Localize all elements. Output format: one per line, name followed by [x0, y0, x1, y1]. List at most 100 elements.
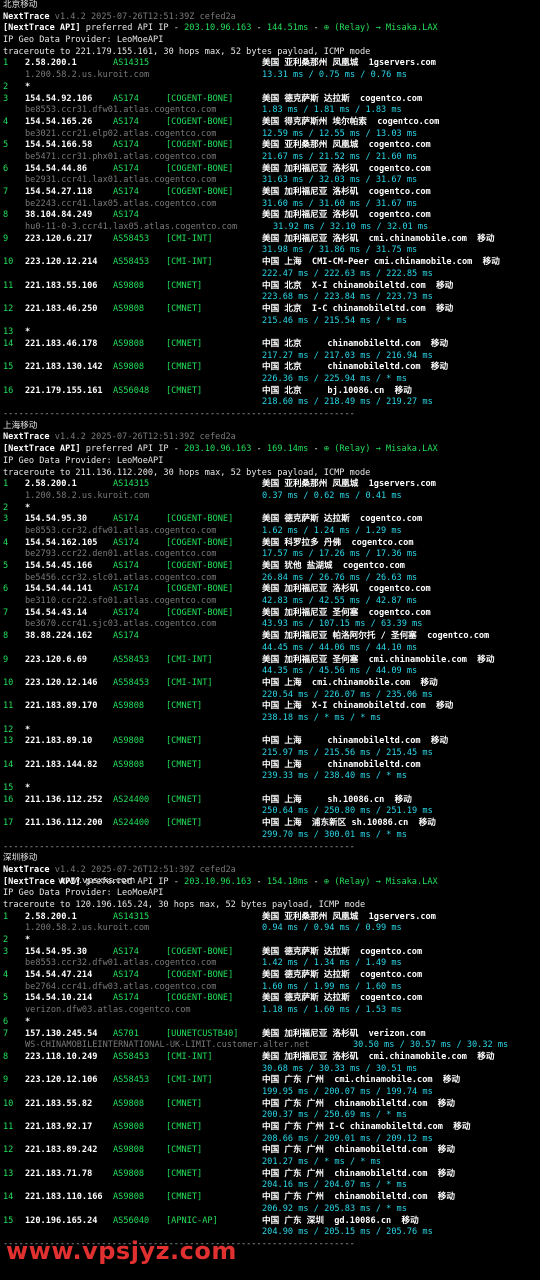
hop-number: 2: [3, 502, 9, 513]
hop-number: 3: [3, 946, 9, 957]
hop-ip: 154.54.45.166: [25, 561, 93, 571]
api-relay: ⊕ (Relay) → Misaka.LAX: [323, 876, 438, 887]
hop-asn: AS58453: [113, 1051, 150, 1062]
hop-geo: 美国 德克萨斯 达拉斯 cogentco.com: [262, 93, 423, 104]
hop-tag: [COGENT-BONE]: [166, 163, 234, 174]
hop-asn: AS58453: [113, 233, 150, 244]
hop-row: 2 *: [3, 503, 539, 515]
hop-row: 12 *: [3, 725, 539, 737]
api-relay: ⊕ (Relay) → Misaka.LAX: [323, 23, 438, 34]
hop-rtt: 26.84 ms / 26.76 ms / 26.63 ms: [262, 572, 418, 583]
hop-ip: 221.183.110.166: [25, 1192, 103, 1203]
api-prefix: [NextTrace API]: [3, 23, 81, 34]
hop-ip: 221.183.144.82: [25, 759, 98, 770]
hop-detail-row: 215.97 ms / 215.56 ms / 215.45 ms: [3, 748, 539, 760]
hop-geo: 美国 得克萨斯州 埃尔帕索 cogentco.com: [262, 116, 440, 127]
hop-ip: 221.183.55.82: [25, 1098, 93, 1109]
hop-row: 12 221.183.89.242 AS9808 [CMNET] 中国 广东 广州 ch…: [3, 1145, 539, 1157]
hop-ip: *: [25, 81, 31, 92]
hop-geo: 美国 加利福尼亚 圣何塞 cmi.chinamobile.com 移动: [262, 654, 495, 665]
hop-row: 3 154.54.95.30 AS174 [COGENT-BONE] 美国 德克萨斯 达…: [3, 514, 539, 526]
hop-ip: 223.120.6.217: [25, 233, 93, 244]
api-prefix: [NextTrace API]: [3, 444, 81, 455]
hop-asn: AS9808: [113, 1192, 145, 1203]
hop-row: 6 154.54.44.141 AS174 [COGENT-BONE] 美国 加利福尼亚…: [3, 584, 539, 596]
hop-geo: 美国 加利福尼亚 洛杉矶 verizon.com: [262, 1028, 426, 1039]
hop-asn: AS174: [113, 537, 139, 548]
hop-geo: 美国 加利福尼亚 洛杉矶 cogentco.com: [262, 163, 431, 174]
hop-tag: [COGENT-BONE]: [166, 946, 234, 957]
hop-number: 4: [3, 537, 9, 548]
hop-tag: [CMNET]: [166, 736, 203, 747]
hop-rtt: 44.35 ms / 45.56 ms / 44.09 ms: [262, 666, 418, 677]
hop-rtt: 31.63 ms / 32.03 ms / 31.67 ms: [262, 175, 418, 186]
hop-tag: [COGENT-BONE]: [166, 140, 234, 151]
hop-asn: AS58453: [113, 257, 150, 268]
hop-asn: AS58453: [113, 654, 150, 665]
hop-tag: [COGENT-BONE]: [166, 993, 234, 1004]
hop-asn: AS174: [113, 946, 139, 957]
section-title-text: 深圳移动: [3, 853, 38, 864]
hop-rtt: 31.98 ms / 31.86 ms / 31.75 ms: [262, 245, 418, 256]
hop-ip: 221.183.89.242: [25, 1145, 98, 1156]
hop-row: 17 211.136.112.200 AS24400 [CMNET] 中国 上海 浦东新…: [3, 818, 539, 830]
hop-ip: *: [25, 724, 31, 735]
hop-row: 13 221.183.89.10 AS9808 [CMNET] 中国 上海 chinam…: [3, 736, 539, 748]
app-version: v1.4.2 2025-07-26T12:51:39Z cefed2a: [54, 432, 236, 443]
hop-rtt: 239.33 ms / 238.40 ms / * ms: [262, 771, 407, 782]
hop-number: 5: [3, 140, 9, 151]
hop-tag: [APNIC-AP]: [166, 1215, 218, 1226]
hop-tag: [COGENT-BONE]: [166, 561, 234, 571]
hop-asn: AS9808: [113, 1122, 145, 1132]
hop-tag: [CMNET]: [166, 362, 203, 373]
hop-ip: 223.120.6.69: [25, 654, 88, 665]
hop-rtt: 206.92 ms / 205.83 ms / * ms: [262, 1203, 407, 1214]
hop-hostname: 1.200.58.2.us.kuroit.com: [25, 490, 150, 501]
hop-rtt: 250.64 ms / 250.80 ms / 251.19 ms: [262, 806, 433, 817]
hop-geo: 中国 北京 chinamobileltd.com 移动: [262, 362, 449, 373]
hop-number: 4: [3, 116, 9, 127]
hop-detail-row: be5471.ccr31.phx01.atlas.cogentco.com 21.…: [3, 152, 539, 164]
hop-detail-row: 1.200.58.2.us.kuroit.com 0.37 ms / 0.62 m…: [3, 491, 539, 503]
hop-number: 12: [3, 724, 14, 735]
hop-row: 4 154.54.47.214 AS174 [COGENT-BONE] 美国 德克萨斯 …: [3, 970, 539, 982]
hop-row: 7 154.54.43.14 AS174 [COGENT-BONE] 美国 加利福尼亚 …: [3, 608, 539, 620]
hop-rtt: 200.37 ms / 250.69 ms / * ms: [262, 1110, 407, 1121]
hop-asn: AS56048: [113, 385, 150, 396]
hop-detail-row: verizon.dfw03.atlas.cogentco.com 1.18 ms …: [3, 1005, 539, 1017]
hop-rtt: 215.97 ms / 215.56 ms / 215.45 ms: [262, 748, 433, 758]
hop-number: 5: [3, 561, 9, 571]
hop-row: 15 *: [3, 783, 539, 795]
hop-rtt: 226.36 ms / 225.94 ms / * ms: [262, 374, 407, 384]
hop-row: 5 154.54.10.214 AS174 [COGENT-BONE] 美国 德克萨斯 …: [3, 993, 539, 1005]
hop-detail-row: 239.33 ms / 238.40 ms / * ms: [3, 771, 539, 783]
hop-row: 7 157.130.245.54 AS701 [UUNETCUSTB40] 美国 加利福…: [3, 1029, 539, 1041]
geo-provider: IP Geo Data Provider: LeoMoeAPI: [3, 35, 164, 46]
hop-geo: 美国 加利福尼亚 帕洛阿尔托 / 圣何塞 cogentco.com: [262, 631, 490, 642]
hop-rtt: 31.60 ms / 31.60 ms / 31.67 ms: [262, 198, 418, 209]
section-divider: ----------------------------------------…: [3, 842, 539, 854]
hop-ip: 154.54.47.214: [25, 970, 93, 981]
divider-line: ----------------------------------------…: [3, 409, 355, 420]
hop-detail-row: 250.64 ms / 250.80 ms / 251.19 ms: [3, 806, 539, 818]
api-label: preferred API IP -: [85, 444, 185, 455]
hop-number: 10: [3, 1098, 14, 1109]
api-ip: 203.10.96.163: [184, 876, 252, 887]
hop-rtt: 31.92 ms / 32.10 ms / 32.01 ms: [273, 222, 429, 233]
hop-rtt: 13.31 ms / 0.75 ms / 0.76 ms: [262, 70, 407, 81]
api-line: [NextTrace API] preferred API IP - 203.1…: [3, 444, 539, 456]
hop-hostname: be3110.ccr22.sfo01.atlas.cogentco.com: [25, 596, 217, 607]
hop-ip: 2.58.200.1: [25, 479, 77, 490]
hop-geo: 中国 上海 chinamobileltd.com 移动: [262, 736, 449, 747]
hop-hostname: 1.200.58.2.us.kuroit.com: [25, 923, 150, 934]
hop-number: 13: [3, 327, 14, 338]
hop-geo: 中国 上海 浦东新区 sh.10086.cn 移动: [262, 818, 436, 829]
hop-tag: [UUNETCUSTB40]: [166, 1028, 239, 1039]
hop-detail-row: 200.37 ms / 250.69 ms / * ms: [3, 1110, 539, 1122]
banner-line: NextTrace v1.4.2 2025-07-26T12:51:39Z ce…: [3, 865, 539, 877]
hop-tag: [CMNET]: [166, 701, 203, 712]
hop-tag: [COGENT-BONE]: [166, 584, 234, 595]
hop-tag: [COGENT-BONE]: [166, 970, 234, 981]
hop-row: 11 221.183.89.170 AS9808 [CMNET] 中国 上海 X-I c…: [3, 701, 539, 713]
hop-tag: [CMNET]: [166, 1098, 203, 1109]
